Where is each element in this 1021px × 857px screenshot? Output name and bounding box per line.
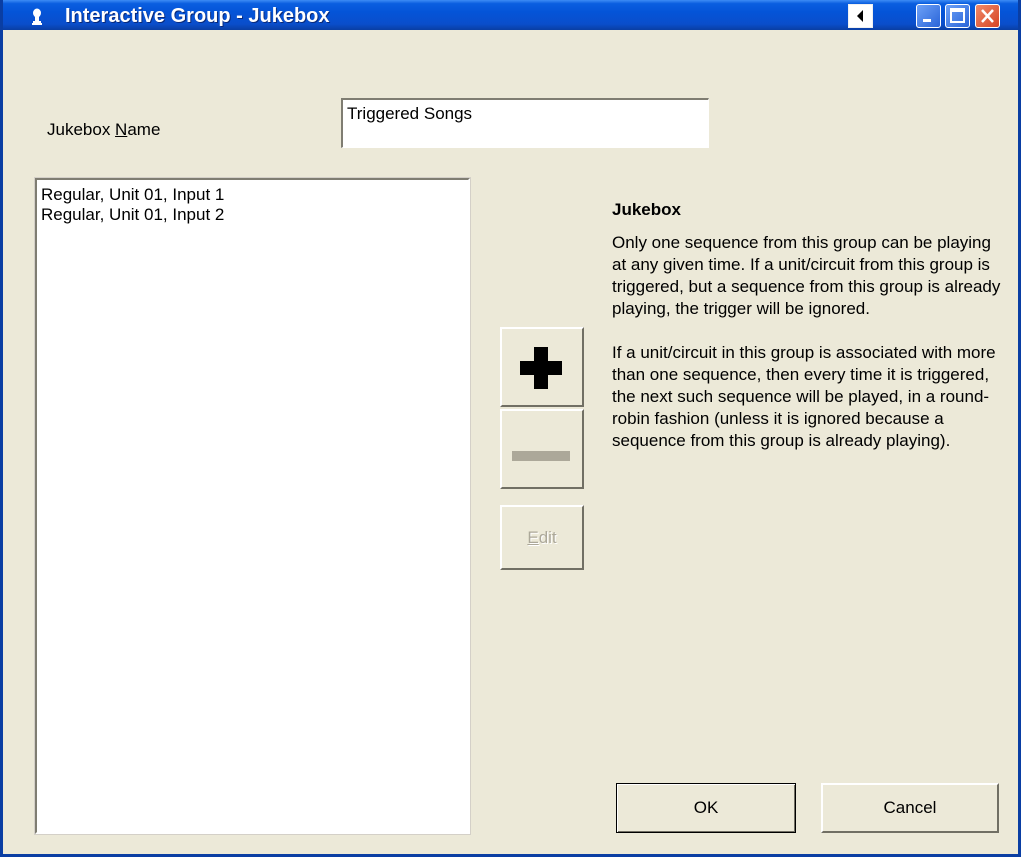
help-paragraph: Only one sequence from this group can be… [612, 233, 1001, 318]
arrow-left-icon [857, 10, 863, 22]
minimize-button[interactable] [916, 4, 941, 28]
title-bar[interactable]: Interactive Group - Jukebox [3, 0, 1018, 30]
jukebox-name-label: Jukebox Name [47, 120, 161, 139]
plus-icon [520, 347, 562, 389]
inputs-listbox[interactable]: Regular, Unit 01, Input 1 Regular, Unit … [34, 177, 471, 835]
remove-button[interactable] [500, 409, 584, 489]
add-button[interactable] [500, 327, 584, 407]
help-paragraph: If a unit/circuit in this group is assoc… [612, 343, 996, 450]
app-icon [32, 8, 42, 25]
minimize-icon [923, 19, 931, 22]
jukebox-dialog: Interactive Group - Jukebox Jukebox Name [0, 0, 1021, 857]
help-text: Only one sequence from this group can be… [612, 232, 1004, 452]
cancel-button[interactable]: Cancel [821, 783, 999, 833]
back-button[interactable] [848, 4, 873, 28]
help-title: Jukebox [612, 200, 681, 219]
list-item[interactable]: Regular, Unit 01, Input 2 [37, 205, 468, 225]
maximize-button[interactable] [945, 4, 970, 28]
ok-button[interactable]: OK [616, 783, 796, 833]
maximize-icon [950, 8, 965, 23]
jukebox-name-input[interactable]: Triggered Songs [341, 98, 709, 148]
close-button[interactable] [975, 4, 1000, 28]
window-title: Interactive Group - Jukebox [65, 5, 330, 27]
minus-icon [512, 451, 570, 461]
edit-button[interactable]: Edit [500, 505, 584, 570]
list-item[interactable]: Regular, Unit 01, Input 1 [37, 185, 468, 205]
close-icon [981, 9, 994, 23]
